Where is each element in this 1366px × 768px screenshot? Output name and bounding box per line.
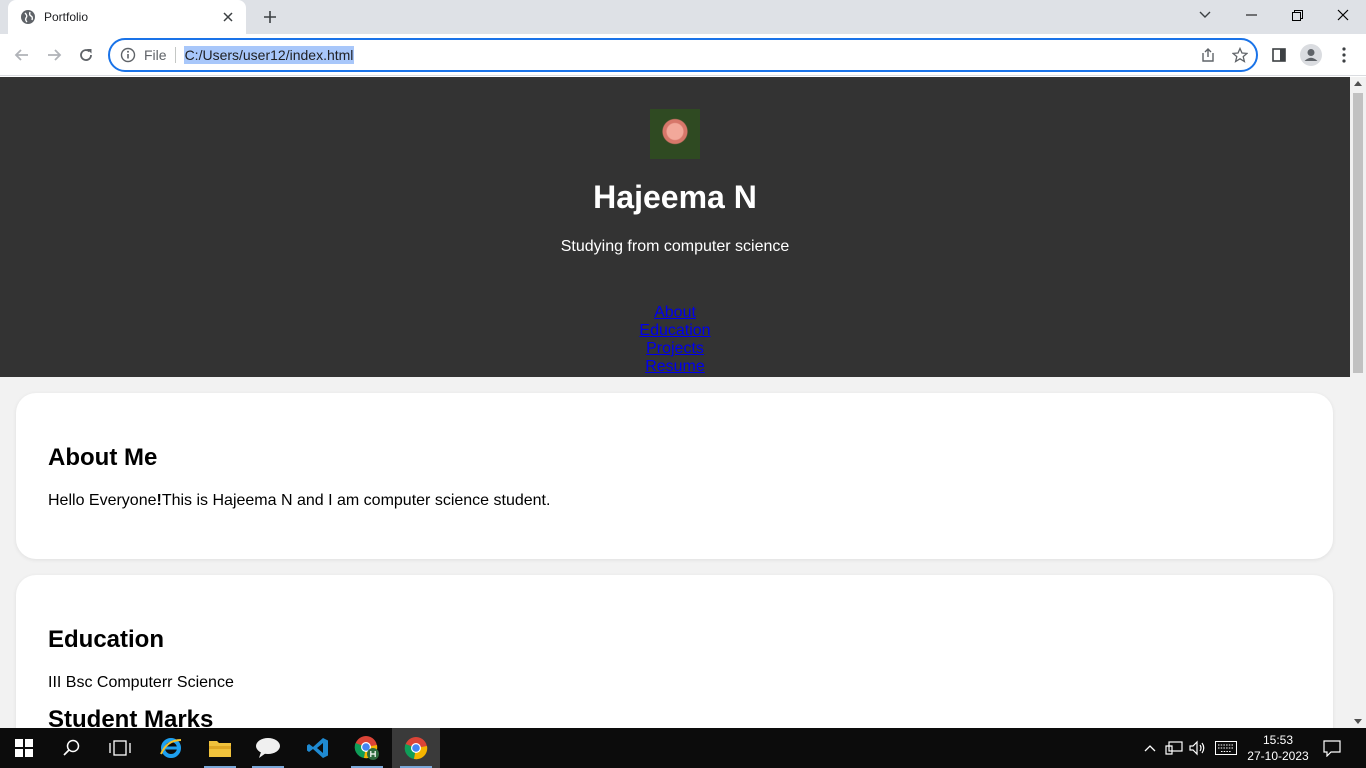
taskbar-clock[interactable]: 15:53 27-10-2023 — [1240, 732, 1316, 764]
browser-titlebar: Portfolio — [0, 0, 1366, 34]
chrome-icon[interactable] — [392, 728, 440, 768]
about-heading: About Me — [48, 444, 158, 471]
tab-title: Portfolio — [44, 10, 89, 24]
volume-icon[interactable] — [1188, 738, 1208, 758]
about-text-prefix: Hello Everyone — [48, 492, 157, 509]
nav-link-education[interactable]: Education — [0, 322, 1350, 340]
restore-icon[interactable] — [1274, 0, 1320, 30]
chevron-up-icon[interactable] — [1140, 738, 1160, 758]
task-view-icon[interactable] — [96, 728, 144, 768]
file-explorer-icon[interactable] — [196, 728, 244, 768]
internet-explorer-icon[interactable] — [147, 728, 195, 768]
search-icon[interactable] — [48, 728, 96, 768]
scheme-label: File — [144, 47, 176, 63]
page-viewport: Hajeema N Studying from computer science… — [0, 77, 1350, 728]
close-window-icon[interactable] — [1320, 0, 1366, 30]
tab-search-icon[interactable] — [1182, 0, 1228, 30]
back-arrow-icon[interactable] — [8, 41, 36, 69]
url-text[interactable]: C:/Users/user12/index.html — [183, 46, 355, 64]
about-text: Hello Everyone!This is Hajeema N and I a… — [48, 492, 1301, 510]
about-section: About Me Hello Everyone!This is Hajeema … — [16, 393, 1333, 559]
profile-photo — [650, 109, 700, 159]
nav-link-about[interactable]: About — [0, 304, 1350, 322]
site-header: Hajeema N Studying from computer science… — [0, 77, 1350, 377]
site-tagline: Studying from computer science — [560, 238, 790, 255]
nav-link-projects[interactable]: Projects — [0, 340, 1350, 358]
share-icon[interactable] — [1195, 40, 1221, 70]
address-bar[interactable]: File C:/Users/user12/index.html — [108, 38, 1258, 72]
browser-tab[interactable]: Portfolio — [8, 0, 246, 34]
forward-arrow-icon[interactable] — [40, 41, 68, 69]
browser-toolbar: File C:/Users/user12/index.html — [0, 34, 1366, 76]
side-panel-icon[interactable] — [1265, 41, 1293, 69]
site-name: Hajeema N — [593, 179, 757, 215]
keyboard-icon[interactable] — [1214, 738, 1238, 758]
chat-app-icon[interactable] — [244, 728, 292, 768]
scrollbar-thumb[interactable] — [1353, 93, 1363, 373]
education-section: Education III Bsc Computerr Science Stud… — [16, 575, 1333, 728]
profile-avatar-icon[interactable] — [1297, 41, 1325, 69]
reload-icon[interactable] — [72, 41, 100, 69]
minimize-icon[interactable] — [1228, 0, 1274, 30]
education-text: III Bsc Computerr Science — [48, 674, 234, 691]
page-scrollbar[interactable] — [1350, 77, 1366, 728]
globe-icon — [20, 9, 36, 25]
vscode-icon[interactable] — [294, 728, 342, 768]
student-marks-heading: Student Marks — [48, 706, 214, 728]
clock-date: 27-10-2023 — [1247, 749, 1309, 763]
site-nav: About Education Projects Resume — [0, 304, 1350, 376]
chrome-profile-icon[interactable] — [343, 728, 391, 768]
nav-link-resume[interactable]: Resume — [0, 358, 1350, 376]
notifications-icon[interactable] — [1322, 738, 1342, 758]
about-text-suffix: This is Hajeema N and I am computer scie… — [161, 492, 551, 509]
education-heading: Education — [48, 626, 165, 653]
windows-taskbar: 15:53 27-10-2023 — [0, 728, 1366, 768]
clock-time: 15:53 — [1262, 733, 1294, 747]
kebab-menu-icon[interactable] — [1330, 41, 1358, 69]
scroll-down-icon[interactable] — [1354, 719, 1362, 724]
scroll-up-icon[interactable] — [1354, 81, 1362, 86]
windows-start-icon[interactable] — [0, 728, 48, 768]
new-tab-button[interactable] — [258, 5, 282, 29]
network-icon[interactable] — [1164, 738, 1184, 758]
info-icon[interactable] — [120, 47, 136, 63]
close-tab-icon[interactable] — [220, 9, 236, 25]
bookmark-star-icon[interactable] — [1227, 40, 1253, 70]
